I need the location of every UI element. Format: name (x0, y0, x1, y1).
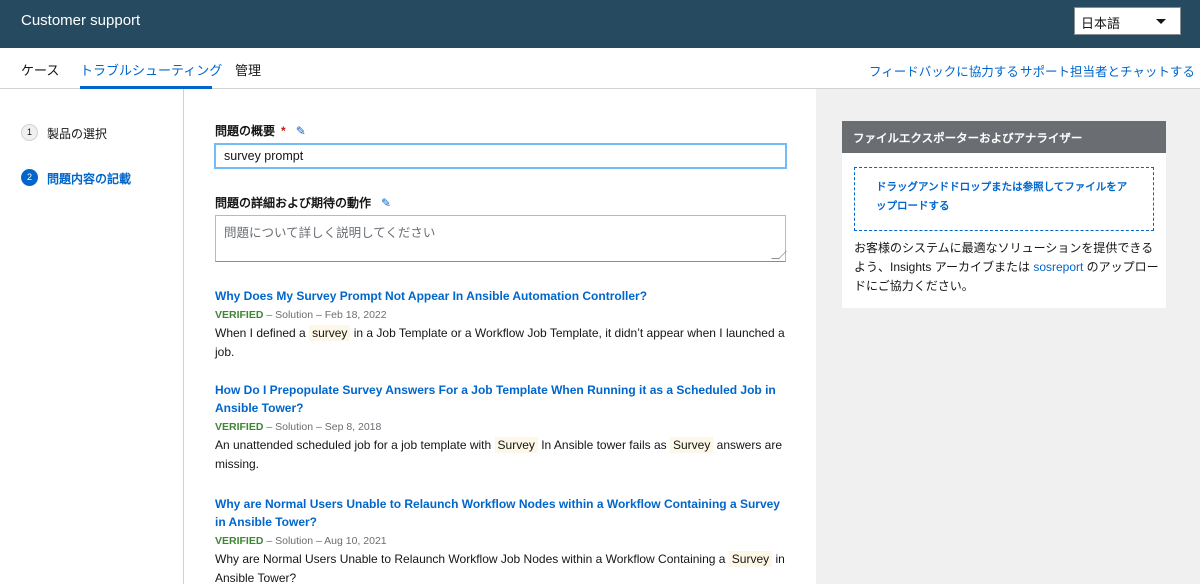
desc-text: An unattended scheduled job for a job te… (215, 438, 495, 452)
result-meta: VERIFIED – Solution – Sep 8, 2018 (215, 419, 791, 435)
required-mark: * (281, 124, 286, 138)
step-label: 問題内容の記載 (47, 172, 132, 186)
summary-input[interactable]: survey prompt (214, 143, 787, 169)
step-label: 製品の選択 (47, 127, 108, 141)
solution-result: Why are Normal Users Unable to Relaunch … (215, 495, 791, 584)
feedback-link[interactable]: フィードバックに協力する (869, 61, 1019, 80)
details-field-label: 問題の詳細および期待の動作 ✎ (215, 194, 391, 211)
wizard-steps-nav: 1 製品の選択 2 問題内容の記載 (0, 89, 184, 584)
details-placeholder: 問題について詳しく説明してください (224, 226, 436, 240)
solution-result: How Do I Prepopulate Survey Answers For … (215, 381, 791, 474)
resize-handle-icon[interactable] (771, 251, 787, 259)
sosreport-link[interactable]: sosreport (1033, 260, 1083, 274)
verified-badge: VERIFIED (215, 421, 264, 433)
details-label-text: 問題の詳細および期待の動作 (215, 196, 372, 210)
result-title-link[interactable]: How Do I Prepopulate Survey Answers For … (215, 381, 791, 417)
result-meta: VERIFIED – Solution – Aug 10, 2021 (215, 533, 791, 549)
search-highlight: survey (309, 325, 351, 341)
search-highlight: Survey (494, 437, 538, 453)
step-number: 2 (21, 169, 38, 186)
caret-down-icon (1156, 19, 1166, 24)
search-highlight: Survey (669, 437, 714, 453)
desc-text: In Ansible tower fails as (537, 438, 670, 452)
desc-text: Why are Normal Users Unable to Relaunch … (215, 552, 729, 566)
card-description: お客様のシステムに最適なソリューションを提供できるよう、Insights アーカ… (854, 239, 1160, 296)
desc-text: When I defined a (215, 326, 310, 340)
result-meta-text: – Solution – Aug 10, 2021 (263, 535, 387, 547)
language-select-value: 日本語 (1081, 16, 1121, 31)
result-meta: VERIFIED – Solution – Feb 18, 2022 (215, 307, 791, 323)
result-description: When I defined a survey in a Job Templat… (215, 324, 791, 362)
main-content: 問題の概要 * ✎ survey prompt 問題の詳細および期待の動作 ✎ 問題に… (185, 89, 816, 584)
pencil-icon[interactable]: ✎ (381, 196, 391, 210)
side-panel: ファイルエクスポーターおよびアナライザー ドラッグアンドドロップまたは参照してフ… (816, 89, 1200, 584)
result-title-link[interactable]: Why Does My Survey Prompt Not Appear In … (215, 287, 791, 305)
verified-badge: VERIFIED (215, 535, 264, 547)
file-dropzone[interactable]: ドラッグアンドドロップまたは参照してファイルをアップロードする (854, 167, 1154, 231)
details-textarea[interactable]: 問題について詳しく説明してください (215, 215, 787, 262)
result-meta-text: – Solution – Feb 18, 2022 (263, 309, 387, 321)
result-description: An unattended scheduled job for a job te… (215, 436, 791, 474)
step-number: 1 (21, 124, 38, 141)
chat-link[interactable]: サポート担当者とチャットする (1020, 61, 1195, 80)
language-select[interactable]: 日本語 (1074, 7, 1181, 35)
card-title: ファイルエクスポーターおよびアナライザー (842, 121, 1166, 153)
result-description: Why are Normal Users Unable to Relaunch … (215, 550, 791, 584)
tab-manage[interactable]: 管理 (235, 60, 261, 79)
tab-bar: ケース トラブルシューティング 管理 フィードバックに協力する サポート担当者と… (0, 48, 1200, 89)
app-title: Customer support (21, 12, 141, 29)
summary-field-label: 問題の概要 * ✎ (215, 122, 306, 139)
result-meta-text: – Solution – Sep 8, 2018 (263, 421, 382, 433)
top-bar: Customer support 日本語 (0, 0, 1200, 48)
tab-cases[interactable]: ケース (21, 60, 59, 79)
result-title-link[interactable]: Why are Normal Users Unable to Relaunch … (215, 495, 791, 531)
tab-troubleshooting[interactable]: トラブルシューティング (80, 60, 222, 79)
verified-badge: VERIFIED (215, 309, 264, 321)
summary-label-text: 問題の概要 (215, 124, 276, 138)
file-analyzer-card: ファイルエクスポーターおよびアナライザー ドラッグアンドドロップまたは参照してフ… (842, 121, 1166, 308)
pencil-icon[interactable]: ✎ (296, 124, 306, 138)
solution-result: Why Does My Survey Prompt Not Appear In … (215, 287, 791, 362)
search-highlight: Survey (728, 551, 773, 567)
